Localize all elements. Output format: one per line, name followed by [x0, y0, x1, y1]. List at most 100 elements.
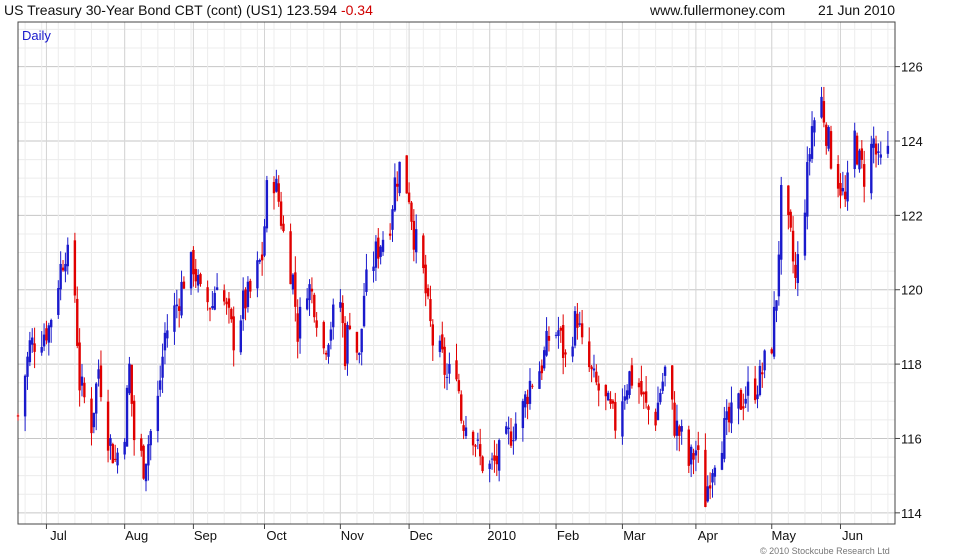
- candle-up: [464, 427, 468, 437]
- candle-down: [564, 352, 567, 355]
- candle-down: [829, 131, 833, 169]
- y-tick-label: 124: [901, 134, 923, 149]
- candle-up: [109, 438, 112, 446]
- candle-down: [412, 220, 416, 250]
- candle-down: [282, 223, 285, 232]
- candle-down: [727, 406, 731, 423]
- candle-up: [147, 444, 150, 466]
- candle-down: [348, 325, 352, 330]
- candle-down: [225, 301, 228, 305]
- candle-up: [374, 241, 378, 268]
- candle-up: [573, 311, 577, 346]
- candle-down: [455, 360, 458, 380]
- candle-up: [372, 266, 375, 271]
- candle-up: [159, 380, 162, 390]
- candle-up: [173, 305, 176, 332]
- candle-up: [97, 369, 100, 379]
- candle-up: [156, 395, 160, 432]
- candle-down: [208, 308, 212, 310]
- candle-up: [592, 368, 596, 371]
- candle-down: [637, 382, 641, 388]
- candle-up: [215, 287, 219, 290]
- candle-up: [339, 302, 342, 308]
- candle-up: [265, 180, 269, 229]
- x-tick-label: Sep: [194, 528, 217, 543]
- candle-up: [808, 154, 811, 162]
- candle-down: [296, 313, 299, 342]
- candle-up: [796, 254, 800, 284]
- site-url: www.fullermoney.com: [650, 2, 786, 18]
- candle-down: [547, 335, 551, 341]
- candle-up: [803, 212, 807, 256]
- candle-up: [346, 324, 349, 364]
- candle-up: [308, 284, 311, 301]
- candle-down: [192, 249, 195, 275]
- price-chart: 114 116 118 120 122 124 126 Jul Aug Sep Oct Nov Dec…: [16, 21, 923, 543]
- candle-down: [294, 272, 297, 307]
- candle-up: [476, 439, 480, 441]
- candle-down: [855, 135, 859, 165]
- candle-up: [886, 145, 890, 154]
- candle-up: [391, 209, 394, 230]
- candle-down: [429, 299, 432, 322]
- candle-up: [711, 473, 714, 483]
- candle-down: [405, 155, 408, 194]
- candle-down: [630, 365, 634, 386]
- candle-down: [493, 455, 496, 461]
- candle-up: [514, 423, 517, 440]
- candle-down: [509, 431, 513, 446]
- candle-down: [673, 402, 676, 436]
- candle-down: [227, 298, 231, 308]
- candle-down: [471, 431, 475, 446]
- instrument-name: US Treasury 30-Year Bond CBT (cont) (US1…: [4, 2, 283, 18]
- candle-down: [697, 445, 700, 450]
- candle-down: [874, 143, 878, 155]
- candle-down: [704, 449, 707, 507]
- candle-up: [628, 371, 631, 395]
- candle-down: [343, 323, 347, 367]
- y-tick-label: 122: [901, 208, 923, 223]
- y-tick-label: 126: [901, 60, 923, 75]
- candle-down: [410, 202, 413, 222]
- candle-down: [272, 181, 276, 194]
- candle-up: [398, 161, 401, 194]
- candle-down: [431, 324, 434, 346]
- y-tick-label: 118: [901, 357, 922, 372]
- candle-up: [659, 392, 662, 403]
- candle-down: [474, 445, 477, 447]
- frequency-label: Daily: [22, 28, 51, 43]
- candle-down: [576, 313, 579, 328]
- candle-up: [438, 340, 442, 353]
- candle-down: [839, 182, 842, 196]
- candle-down: [78, 342, 81, 391]
- candle-up: [241, 290, 245, 319]
- candle-down: [45, 328, 48, 341]
- candle-down: [614, 402, 617, 431]
- candle-down: [794, 264, 797, 278]
- candle-up: [175, 304, 179, 307]
- candle-down: [753, 378, 757, 401]
- candle-down: [462, 425, 465, 431]
- candle-up: [66, 244, 69, 267]
- candle-up: [196, 274, 200, 286]
- x-tick-label: 2010: [487, 528, 516, 543]
- candle-up: [125, 387, 129, 447]
- candle-down: [315, 320, 318, 328]
- candle-up: [365, 269, 368, 292]
- copyright-notice: © 2010 Stockcube Research Ltd: [760, 546, 890, 556]
- candle-down: [559, 327, 562, 331]
- candle-down: [407, 192, 411, 203]
- candle-up: [92, 412, 96, 428]
- candle-up: [625, 390, 629, 400]
- candle-up: [777, 254, 781, 297]
- candle-up: [239, 320, 243, 353]
- candle-down: [83, 382, 86, 398]
- candle-down: [739, 389, 743, 410]
- candle-up: [571, 346, 574, 357]
- candle-down: [106, 401, 110, 451]
- candle-down: [132, 400, 136, 441]
- candle-up: [31, 337, 34, 345]
- x-tick-label: Jul: [50, 528, 67, 543]
- y-axis: 114 116 118 120 122 124 126: [895, 60, 923, 521]
- candle-down: [424, 264, 427, 294]
